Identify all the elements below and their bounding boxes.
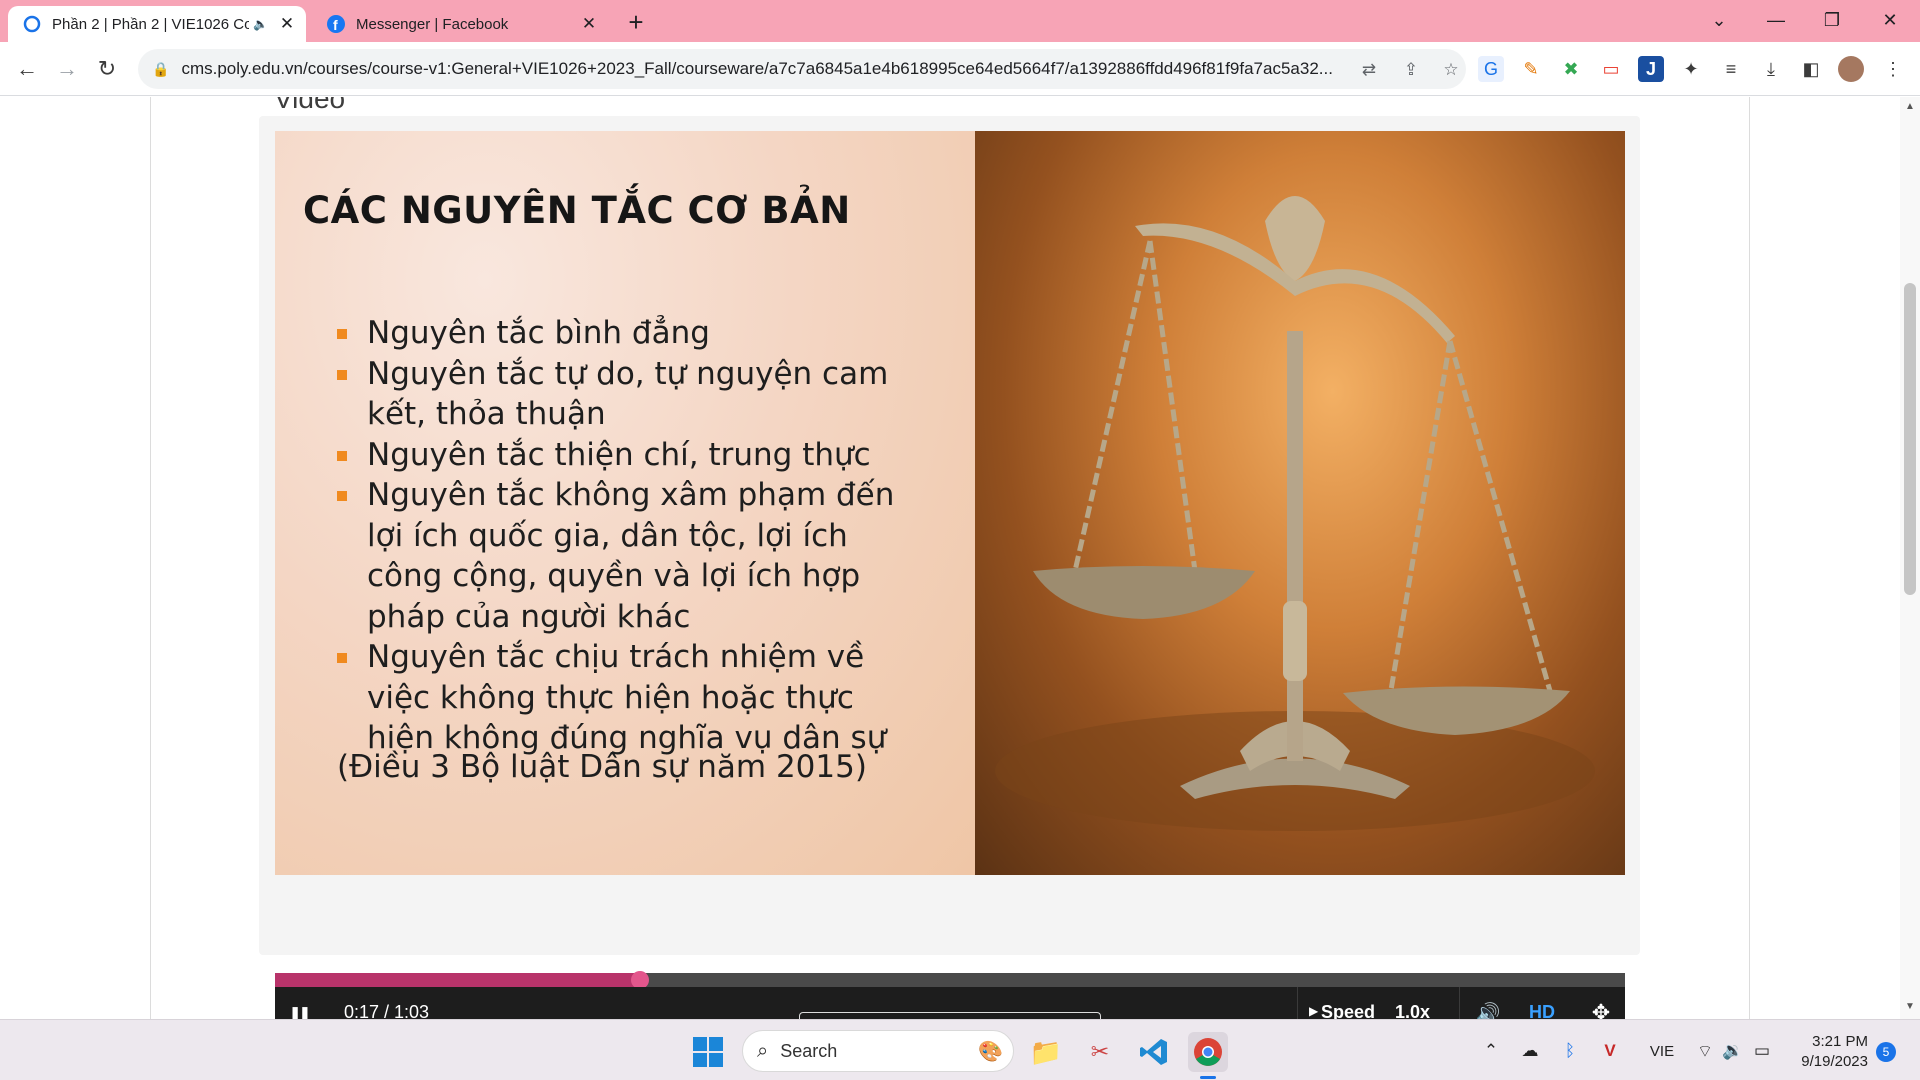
scroll-up-arrow-icon[interactable]: ▲ [1900, 101, 1920, 115]
speaker-icon[interactable]: 🔈 [253, 17, 268, 31]
volume-tray-icon[interactable]: 🔉 [1722, 1038, 1744, 1064]
window-extension-icon[interactable]: ▭ [1598, 56, 1624, 82]
search-icon: ⌕ [757, 1039, 769, 1062]
input-language[interactable]: VIE [1642, 1038, 1682, 1064]
show-hidden-icons-chevron-icon[interactable]: ⌃ [1480, 1038, 1502, 1064]
content-border-right [1749, 97, 1750, 1019]
tab-title: Phần 2 | Phần 2 | VIE1026 Cơ [52, 15, 250, 33]
facebook-icon: f [327, 15, 345, 33]
browser-toolbar: ← → ↻ 🔒 cms.poly.edu.vn/courses/course-v… [0, 42, 1920, 96]
bullet-item: Nguyên tắc tự do, tự nguyện cam kết, thỏ… [337, 354, 927, 435]
page-scrollbar[interactable]: ▲ ▼ [1900, 97, 1920, 1019]
bullet-marker-icon [337, 369, 347, 380]
side-panel-icon[interactable]: ◧ [1798, 56, 1824, 82]
media-control-icon[interactable]: ≡ [1718, 56, 1744, 82]
battery-icon[interactable]: ▭ [1750, 1038, 1774, 1064]
forward-button[interactable]: → [52, 54, 82, 84]
active-app-indicator [1200, 1076, 1216, 1079]
url-text[interactable]: cms.poly.edu.vn/courses/course-v1:Genera… [181, 59, 1371, 79]
lock-icon[interactable]: 🔒 [152, 61, 169, 78]
unit-navigation-tabs[interactable] [799, 1012, 1101, 1019]
back-button[interactable]: ← [12, 54, 42, 84]
svg-text:f: f [333, 17, 338, 33]
extensions-puzzle-icon[interactable]: ✦ [1678, 56, 1704, 82]
scroll-down-arrow-icon[interactable]: ▼ [1900, 1001, 1920, 1015]
speed-value[interactable]: 1.0x [1395, 1002, 1430, 1019]
onedrive-icon[interactable]: ☁ [1518, 1038, 1542, 1064]
scroll-thumb[interactable] [1904, 283, 1916, 595]
video-progress-bar[interactable] [275, 971, 1625, 989]
tool-extension-icon[interactable]: ✖ [1558, 56, 1584, 82]
bookmark-star-icon[interactable]: ☆ [1440, 59, 1462, 81]
slide-citation: (Điều 3 Bộ luật Dân sự năm 2015) [337, 749, 867, 785]
minimize-button[interactable]: — [1750, 0, 1802, 40]
close-tab-icon[interactable]: ✕ [276, 13, 298, 35]
video-progress-fill [275, 973, 640, 987]
file-explorer-icon[interactable]: 📁 [1026, 1032, 1066, 1072]
taskbar-search[interactable]: ⌕ Search 🎨 [742, 1030, 1014, 1072]
bullet-item: Nguyên tắc thiện chí, trung thực [337, 435, 927, 476]
address-bar[interactable]: 🔒 cms.poly.edu.vn/courses/course-v1:Gene… [138, 49, 1466, 89]
fullscreen-icon[interactable]: ✥ [1587, 999, 1615, 1019]
tab-strip: Phần 2 | Phần 2 | VIE1026 Cơ 🔈 ✕ f Messe… [0, 0, 1920, 42]
snipping-tool-icon[interactable]: ✂ [1080, 1032, 1120, 1072]
windows-taskbar: ⌕ Search 🎨 📁 ✂ ⌃ ☁ ᛒ V VIE ⌔ 🔉 ▭ 3:21 PM… [0, 1019, 1920, 1080]
control-divider [1459, 987, 1460, 1019]
content-border-left [150, 97, 151, 1019]
chrome-icon[interactable] [1188, 1032, 1228, 1072]
loading-icon [23, 15, 41, 33]
volume-icon[interactable]: 🔊 [1474, 999, 1502, 1020]
notification-badge[interactable]: 5 [1876, 1042, 1896, 1062]
bullet-marker-icon [337, 329, 347, 339]
scales-of-justice-icon [995, 196, 1595, 831]
video-frame[interactable]: CÁC NGUYÊN TẮC CƠ BẢN Nguyên tắc bình đẳ… [275, 131, 1625, 875]
tab-messenger[interactable]: f Messenger | Facebook ✕ [312, 6, 608, 42]
control-divider [1297, 987, 1298, 1019]
search-label: Search [780, 1040, 838, 1061]
windows-start-icon[interactable] [692, 1036, 724, 1068]
google-translate-extension-icon[interactable]: G [1478, 56, 1504, 82]
close-window-button[interactable]: ✕ [1864, 0, 1916, 40]
search-highlight-icon: 🎨 [978, 1040, 1003, 1063]
bullet-item: Nguyên tắc không xâm phạm đến lợi ích qu… [337, 475, 927, 637]
reload-button[interactable]: ↻ [92, 54, 122, 84]
share-icon[interactable]: ⇪ [1400, 59, 1422, 81]
slide-bullet-list: Nguyên tắc bình đẳng Nguyên tắc tự do, t… [337, 313, 927, 759]
bullet-item: Nguyên tắc chịu trách nhiệm về việc khôn… [337, 637, 927, 759]
menu-kebab-icon[interactable]: ⋮ [1880, 56, 1906, 82]
pause-button[interactable]: ❚❚ [287, 1001, 311, 1020]
j-extension-icon[interactable]: J [1638, 56, 1664, 82]
tab-title: Messenger | Facebook [356, 15, 509, 33]
bullet-marker-icon [337, 450, 347, 461]
new-tab-button[interactable]: + [622, 7, 650, 37]
v-app-icon[interactable]: V [1598, 1038, 1622, 1064]
close-tab-icon[interactable]: ✕ [578, 13, 600, 35]
hd-button[interactable]: HD [1529, 1002, 1555, 1019]
clock-date: 9/19/2023 [1801, 1053, 1868, 1070]
section-title: Video [274, 97, 346, 114]
bullet-item: Nguyên tắc bình đẳng [337, 313, 927, 354]
color-picker-extension-icon[interactable]: ✎ [1518, 56, 1544, 82]
speed-caret-icon: ▶ [1309, 1004, 1319, 1018]
video-timecode: 0:17 / 1:03 [344, 1002, 430, 1019]
bullet-marker-icon [337, 653, 347, 663]
restore-button[interactable]: ❐ [1806, 0, 1858, 40]
wifi-icon[interactable]: ⌔ [1694, 1038, 1716, 1064]
clock-time: 3:21 PM [1812, 1033, 1868, 1050]
tab-course[interactable]: Phần 2 | Phần 2 | VIE1026 Cơ 🔈 ✕ [8, 6, 306, 42]
slide-text-panel: CÁC NGUYÊN TẮC CƠ BẢN Nguyên tắc bình đẳ… [275, 131, 975, 875]
speed-button[interactable]: Speed [1321, 1002, 1375, 1019]
clock[interactable]: 3:21 PM 9/19/2023 [1784, 1032, 1868, 1072]
download-icon[interactable]: ⤓ [1758, 56, 1784, 82]
translate-icon[interactable]: ⇄ [1358, 59, 1380, 81]
bluetooth-icon[interactable]: ᛒ [1558, 1038, 1582, 1064]
profile-avatar[interactable] [1838, 56, 1864, 82]
slide-title: CÁC NGUYÊN TẮC CƠ BẢN [303, 189, 851, 232]
vscode-icon[interactable] [1134, 1032, 1174, 1072]
bullet-marker-icon [337, 491, 347, 501]
scales-of-justice-image [975, 131, 1625, 875]
page-content: Video CÁC NGUYÊN TẮC CƠ BẢN Nguyên tắc b… [0, 97, 1920, 1019]
tab-search-icon[interactable]: ⌄ [1693, 0, 1745, 40]
